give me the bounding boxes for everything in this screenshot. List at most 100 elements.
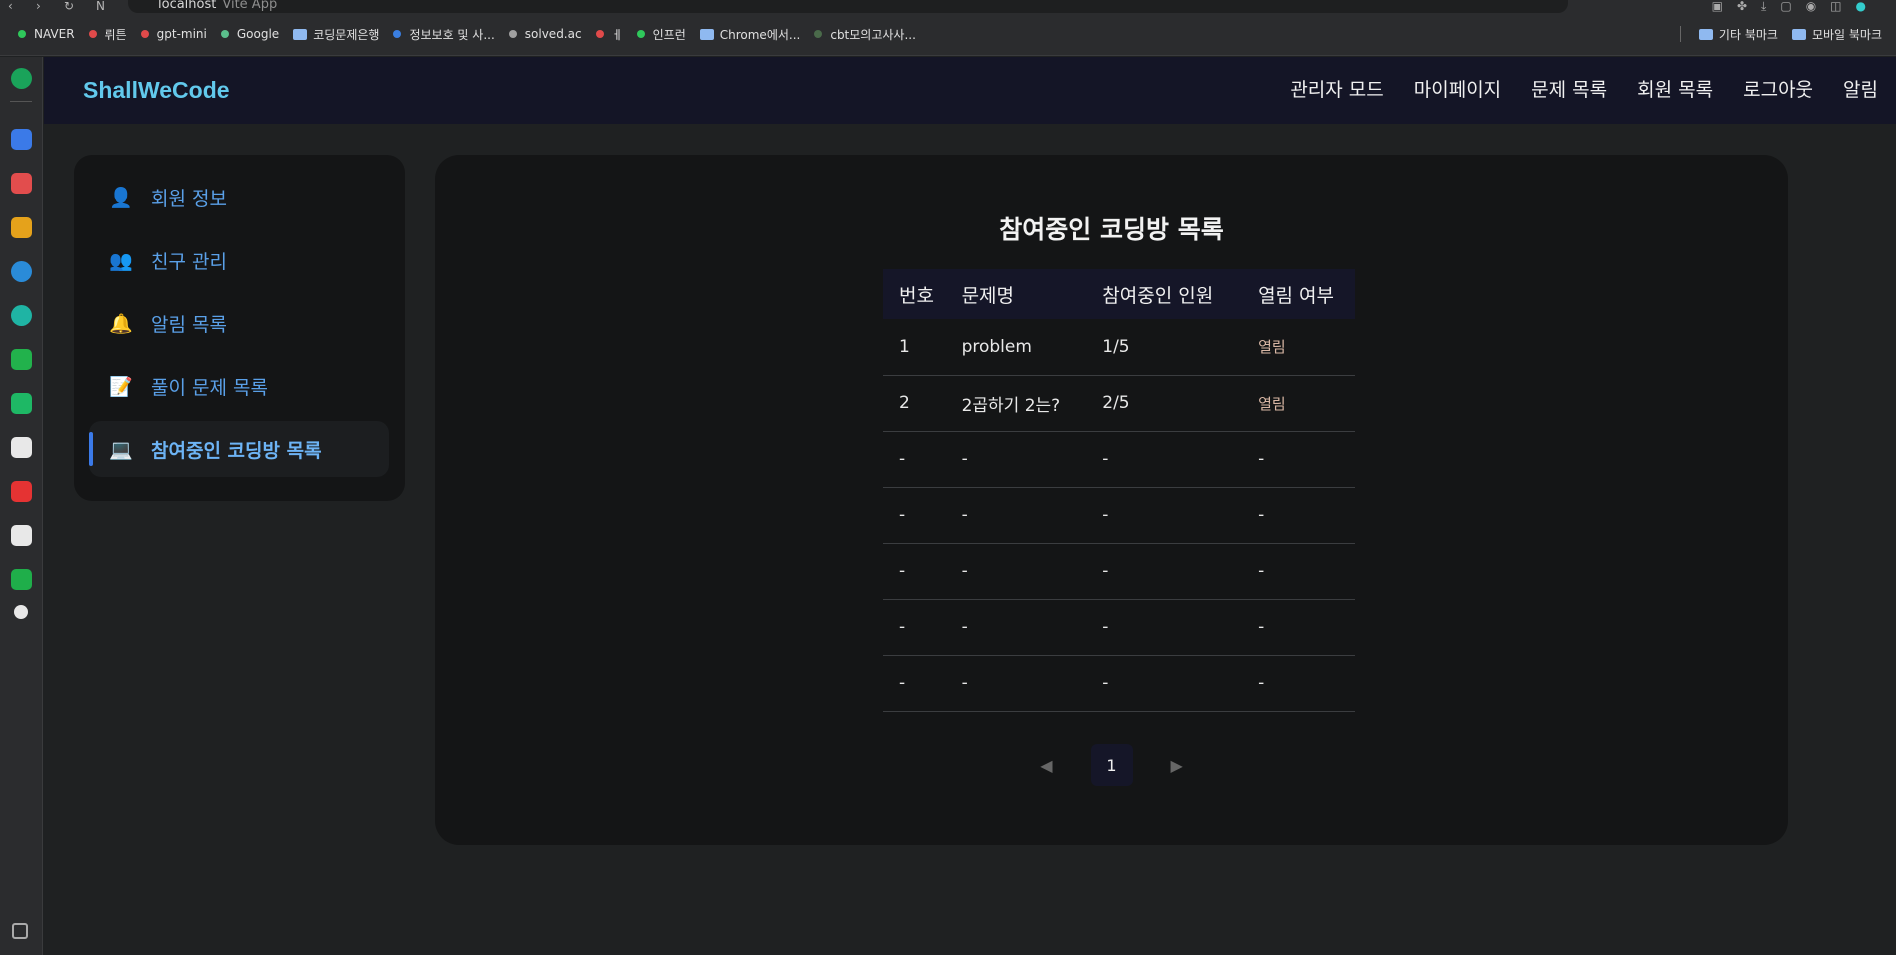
bookmark-item[interactable]: 인프런 [636, 26, 686, 43]
nav-link[interactable]: 로그아웃 [1743, 75, 1813, 102]
edge-icon[interactable] [11, 261, 32, 282]
bookmark-label: gpt-mini [156, 27, 207, 41]
rooms-table: 번호 문제명 참여중인 인원 열림 여부 1 problem 1/5 열림 2 2곱하기 2는?… [883, 269, 1355, 712]
nav-link[interactable]: 알림 [1843, 75, 1878, 102]
bookmark-folder-item[interactable]: 모바일 북마크 [1791, 26, 1882, 43]
reload-icon[interactable]: ↻ [64, 0, 74, 13]
nav-link[interactable]: 관리자 모드 [1290, 75, 1383, 102]
bookmark-dot-icon [88, 30, 97, 38]
bookmark-label: 정보보호 및 사... [409, 27, 495, 42]
url-host: localhost [158, 0, 217, 12]
bookmark-label: 인프런 [652, 27, 686, 42]
menu-item[interactable]: 💻 참여중인 코딩방 목록 [89, 421, 389, 477]
next-page-icon[interactable]: ▶ [1171, 756, 1183, 775]
puzzle-icon[interactable]: ✤ [1737, 0, 1747, 14]
table-row[interactable]: 1 problem 1/5 열림 [883, 319, 1355, 376]
bookmark-item[interactable]: 정보보호 및 사... [393, 26, 495, 43]
star-icon[interactable] [11, 217, 32, 238]
table-body: 1 problem 1/5 열림 2 2곱하기 2는? 2/5 열림 - - - - - - - - - - - - -… [883, 319, 1355, 712]
bookmark-dot-icon [814, 30, 823, 38]
menu-item[interactable]: 🔔 알림 목록 [89, 295, 389, 351]
forward-icon[interactable]: › [36, 0, 41, 13]
browser-sidebar [0, 57, 43, 955]
bookmarks-bar: NAVER 뤼튼 gpt-mini Google 코딩문제은행 정보보호 및 사... so… [0, 13, 1896, 56]
external-link-icon[interactable] [12, 923, 28, 939]
nav-link[interactable]: 회원 목록 [1637, 75, 1713, 102]
bookmark-item[interactable]: ㅔ [595, 26, 623, 43]
bookmark-item[interactable]: cbt모의고사사... [814, 26, 916, 43]
bookmark-dot-icon [393, 30, 402, 38]
menu-item-label: 친구 관리 [151, 250, 227, 273]
pocket-icon[interactable] [11, 173, 32, 194]
table-cell: - [883, 431, 946, 488]
extension-icon[interactable]: ▣ [1712, 0, 1723, 14]
table-cell: 열림 [1242, 375, 1355, 432]
table-cell: problem [945, 319, 1087, 376]
address-bar[interactable]: localhost Vite App [128, 0, 1568, 13]
menu-item-label: 회원 정보 [151, 187, 227, 210]
app-icon[interactable] [11, 68, 32, 89]
bookmark-dot-icon [595, 30, 604, 38]
bookmark-item[interactable]: solved.ac [508, 27, 582, 41]
add-icon[interactable] [14, 605, 28, 619]
notion-icon[interactable]: N [96, 0, 105, 13]
table-cell: 1/5 [1086, 319, 1243, 376]
camera-icon[interactable]: ◉ [1806, 0, 1816, 14]
toolbar-icons: ▣ ✤ ⤓ ▢ ◉ ◫ ● [1712, 0, 1866, 14]
play-icon[interactable] [11, 305, 32, 326]
bookmark-label: ㅔ [611, 27, 623, 42]
bookmark-item[interactable]: Google [220, 27, 279, 41]
calendar-icon[interactable] [11, 129, 32, 150]
person-icon: 👤 [109, 186, 133, 209]
browser-top-bar: ‹ › ↻ N localhost Vite App ▣ ✤ ⤓ ▢ ◉ ◫ ● [0, 0, 1896, 13]
table-cell: 2곱하기 2는? [945, 375, 1087, 432]
page-title: 참여중인 코딩방 목록 [999, 215, 1224, 244]
bookmark-item[interactable]: 뤼튼 [88, 26, 127, 43]
bookmark-folder-item[interactable]: 기타 북마크 [1698, 26, 1778, 43]
page-button-1[interactable]: 1 [1090, 744, 1133, 786]
menu-item[interactable]: 👥 친구 관리 [89, 232, 389, 288]
nav-link[interactable]: 문제 목록 [1531, 75, 1607, 102]
menu-item[interactable]: 📝 풀이 문제 목록 [89, 358, 389, 414]
table-cell: 2 [883, 375, 946, 432]
youtube-red-icon[interactable] [11, 481, 32, 502]
table-cell: - [1242, 655, 1355, 712]
menu-item[interactable]: 👤 회원 정보 [89, 169, 389, 225]
prev-page-icon[interactable]: ◀ [1040, 756, 1052, 775]
back-icon[interactable]: ‹ [8, 0, 13, 13]
profile-icon[interactable]: ● [1856, 0, 1866, 14]
table-header-row: 번호 문제명 참여중인 인원 열림 여부 [883, 269, 1355, 319]
bookmark-label: NAVER [34, 27, 75, 41]
youtube-icon[interactable] [11, 437, 32, 458]
chart-icon[interactable] [11, 525, 32, 546]
table-cell: - [883, 599, 946, 656]
bookmark-label: 모바일 북마크 [1811, 27, 1882, 42]
table-row[interactable]: 2 2곱하기 2는? 2/5 열림 [883, 375, 1355, 432]
folder-icon [699, 28, 714, 40]
bookmark-dot-icon [140, 30, 149, 38]
sidebar-divider [10, 101, 32, 102]
window-icon[interactable]: ▢ [1780, 0, 1791, 14]
tab-title: Vite App [222, 0, 278, 12]
bookmark-item[interactable]: Chrome에서... [699, 26, 800, 43]
bookmarks-divider [1679, 26, 1681, 42]
logo[interactable]: ShallWeCode [83, 77, 230, 104]
bookmark-label: 기타 북마크 [1718, 27, 1778, 42]
split-icon[interactable]: ◫ [1830, 0, 1841, 14]
download-icon[interactable]: ⤓ [1761, 0, 1766, 14]
table-cell: - [883, 487, 946, 544]
folder-icon [1698, 28, 1713, 40]
nav-link[interactable]: 마이페이지 [1414, 75, 1501, 102]
mail-icon[interactable] [11, 569, 32, 590]
table-cell: - [1086, 487, 1243, 544]
table-cell: - [1242, 431, 1355, 488]
column-header: 번호 [883, 269, 946, 319]
bookmark-item[interactable]: 코딩문제은행 [293, 26, 379, 43]
webtoon-icon[interactable] [11, 349, 32, 370]
column-header: 문제명 [945, 269, 1087, 319]
table-cell: - [1242, 599, 1355, 656]
bookmark-item[interactable]: gpt-mini [140, 27, 207, 41]
play-store-icon[interactable] [11, 393, 32, 414]
table-cell: 2/5 [1086, 375, 1243, 432]
bookmark-item[interactable]: NAVER [18, 27, 75, 41]
